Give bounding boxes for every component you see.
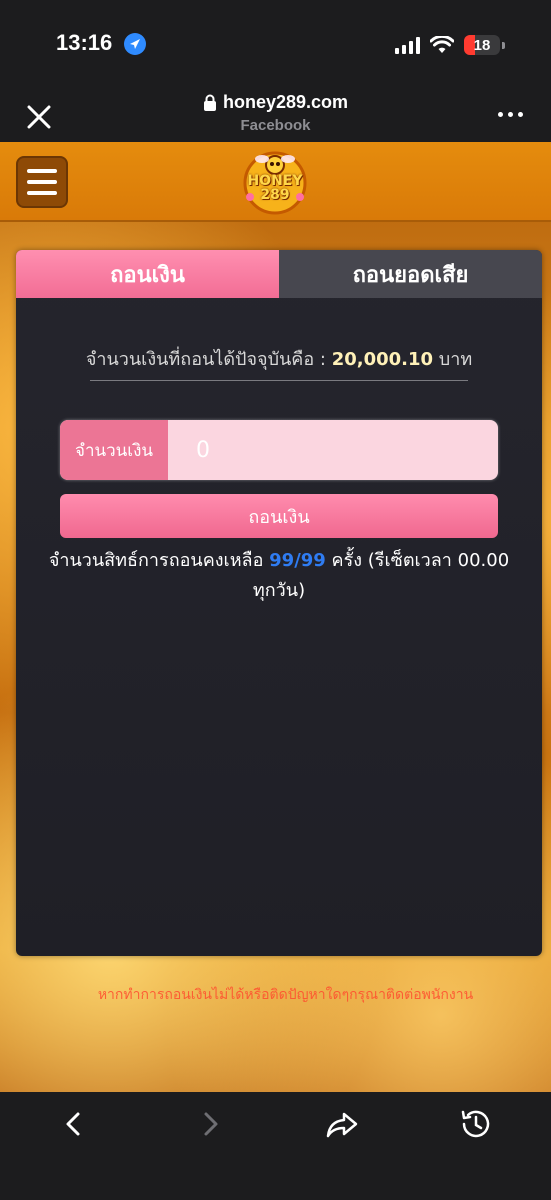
withdraw-card: ถอนเงิน ถอนยอดเสีย จำนวนเงินที่ถอนได้ปัจ… — [16, 250, 542, 956]
history-clock-icon — [461, 1110, 490, 1138]
site-logo[interactable]: HONEY 289 — [238, 147, 312, 219]
browser-toolbar — [0, 1092, 551, 1200]
balance-amount: 20,000.10 — [331, 349, 434, 370]
site-header: HONEY 289 — [0, 142, 551, 222]
url-text: honey289.com — [222, 92, 349, 112]
rights-prefix: จำนวนสิทธ์การถอนคงเหลือ — [48, 550, 264, 571]
location-arrow-icon — [124, 33, 146, 55]
address-display[interactable]: honey289.com Facebook — [0, 92, 551, 134]
web-page: HONEY 289 ถอนเงิน ถอนยอดเสีย จำนวนเงินที… — [0, 142, 551, 1092]
divider — [90, 380, 468, 381]
back-button[interactable] — [56, 1106, 92, 1142]
share-arrow-icon — [326, 1112, 358, 1138]
tab-withdraw-loss[interactable]: ถอนยอดเสีย — [279, 250, 542, 298]
chevron-left-icon — [66, 1112, 80, 1136]
battery-level: 18 — [473, 36, 491, 54]
browser-subtitle: Facebook — [240, 117, 311, 134]
amount-input[interactable] — [168, 420, 498, 480]
browser-header: honey289.com Facebook — [0, 90, 551, 142]
wifi-icon — [430, 36, 454, 53]
more-dots-icon — [498, 112, 503, 117]
more-options-button[interactable] — [496, 104, 525, 125]
tab-withdraw[interactable]: ถอนเงิน — [16, 250, 279, 298]
lock-icon — [203, 94, 216, 111]
share-button[interactable] — [324, 1106, 360, 1142]
history-button[interactable] — [458, 1106, 494, 1142]
status-icons: 18 — [395, 34, 505, 56]
amount-field: จำนวนเงิน — [60, 420, 498, 480]
contact-staff-link[interactable]: หากทำการถอนเงินไม่ได้หรือติดปัญหาใดๆกรุณ… — [40, 984, 531, 1006]
rights-count: 99/99 — [269, 550, 326, 571]
hamburger-menu-button[interactable] — [16, 156, 68, 208]
forward-button[interactable] — [192, 1106, 228, 1142]
amount-label: จำนวนเงิน — [60, 420, 168, 480]
hamburger-icon — [27, 169, 57, 173]
balance-unit: บาท — [438, 349, 473, 370]
cellular-signal-icon — [395, 36, 420, 54]
withdraw-tabs: ถอนเงิน ถอนยอดเสีย — [16, 250, 542, 298]
logo-text: HONEY 289 — [247, 173, 303, 203]
status-time: 13:16 — [56, 30, 113, 55]
balance-label: จำนวนเงินที่ถอนได้ปัจจุบันคือ : — [85, 349, 326, 370]
current-balance: จำนวนเงินที่ถอนได้ปัจจุบันคือ : 20,000.1… — [16, 344, 542, 373]
battery-icon: 18 — [464, 35, 500, 55]
withdraw-button[interactable]: ถอนเงิน — [60, 494, 498, 538]
chevron-right-icon — [204, 1112, 218, 1136]
status-bar: 13:16 18 — [0, 0, 551, 90]
remaining-rights: จำนวนสิทธ์การถอนคงเหลือ 99/99 ครั้ง (รีเ… — [36, 546, 522, 606]
